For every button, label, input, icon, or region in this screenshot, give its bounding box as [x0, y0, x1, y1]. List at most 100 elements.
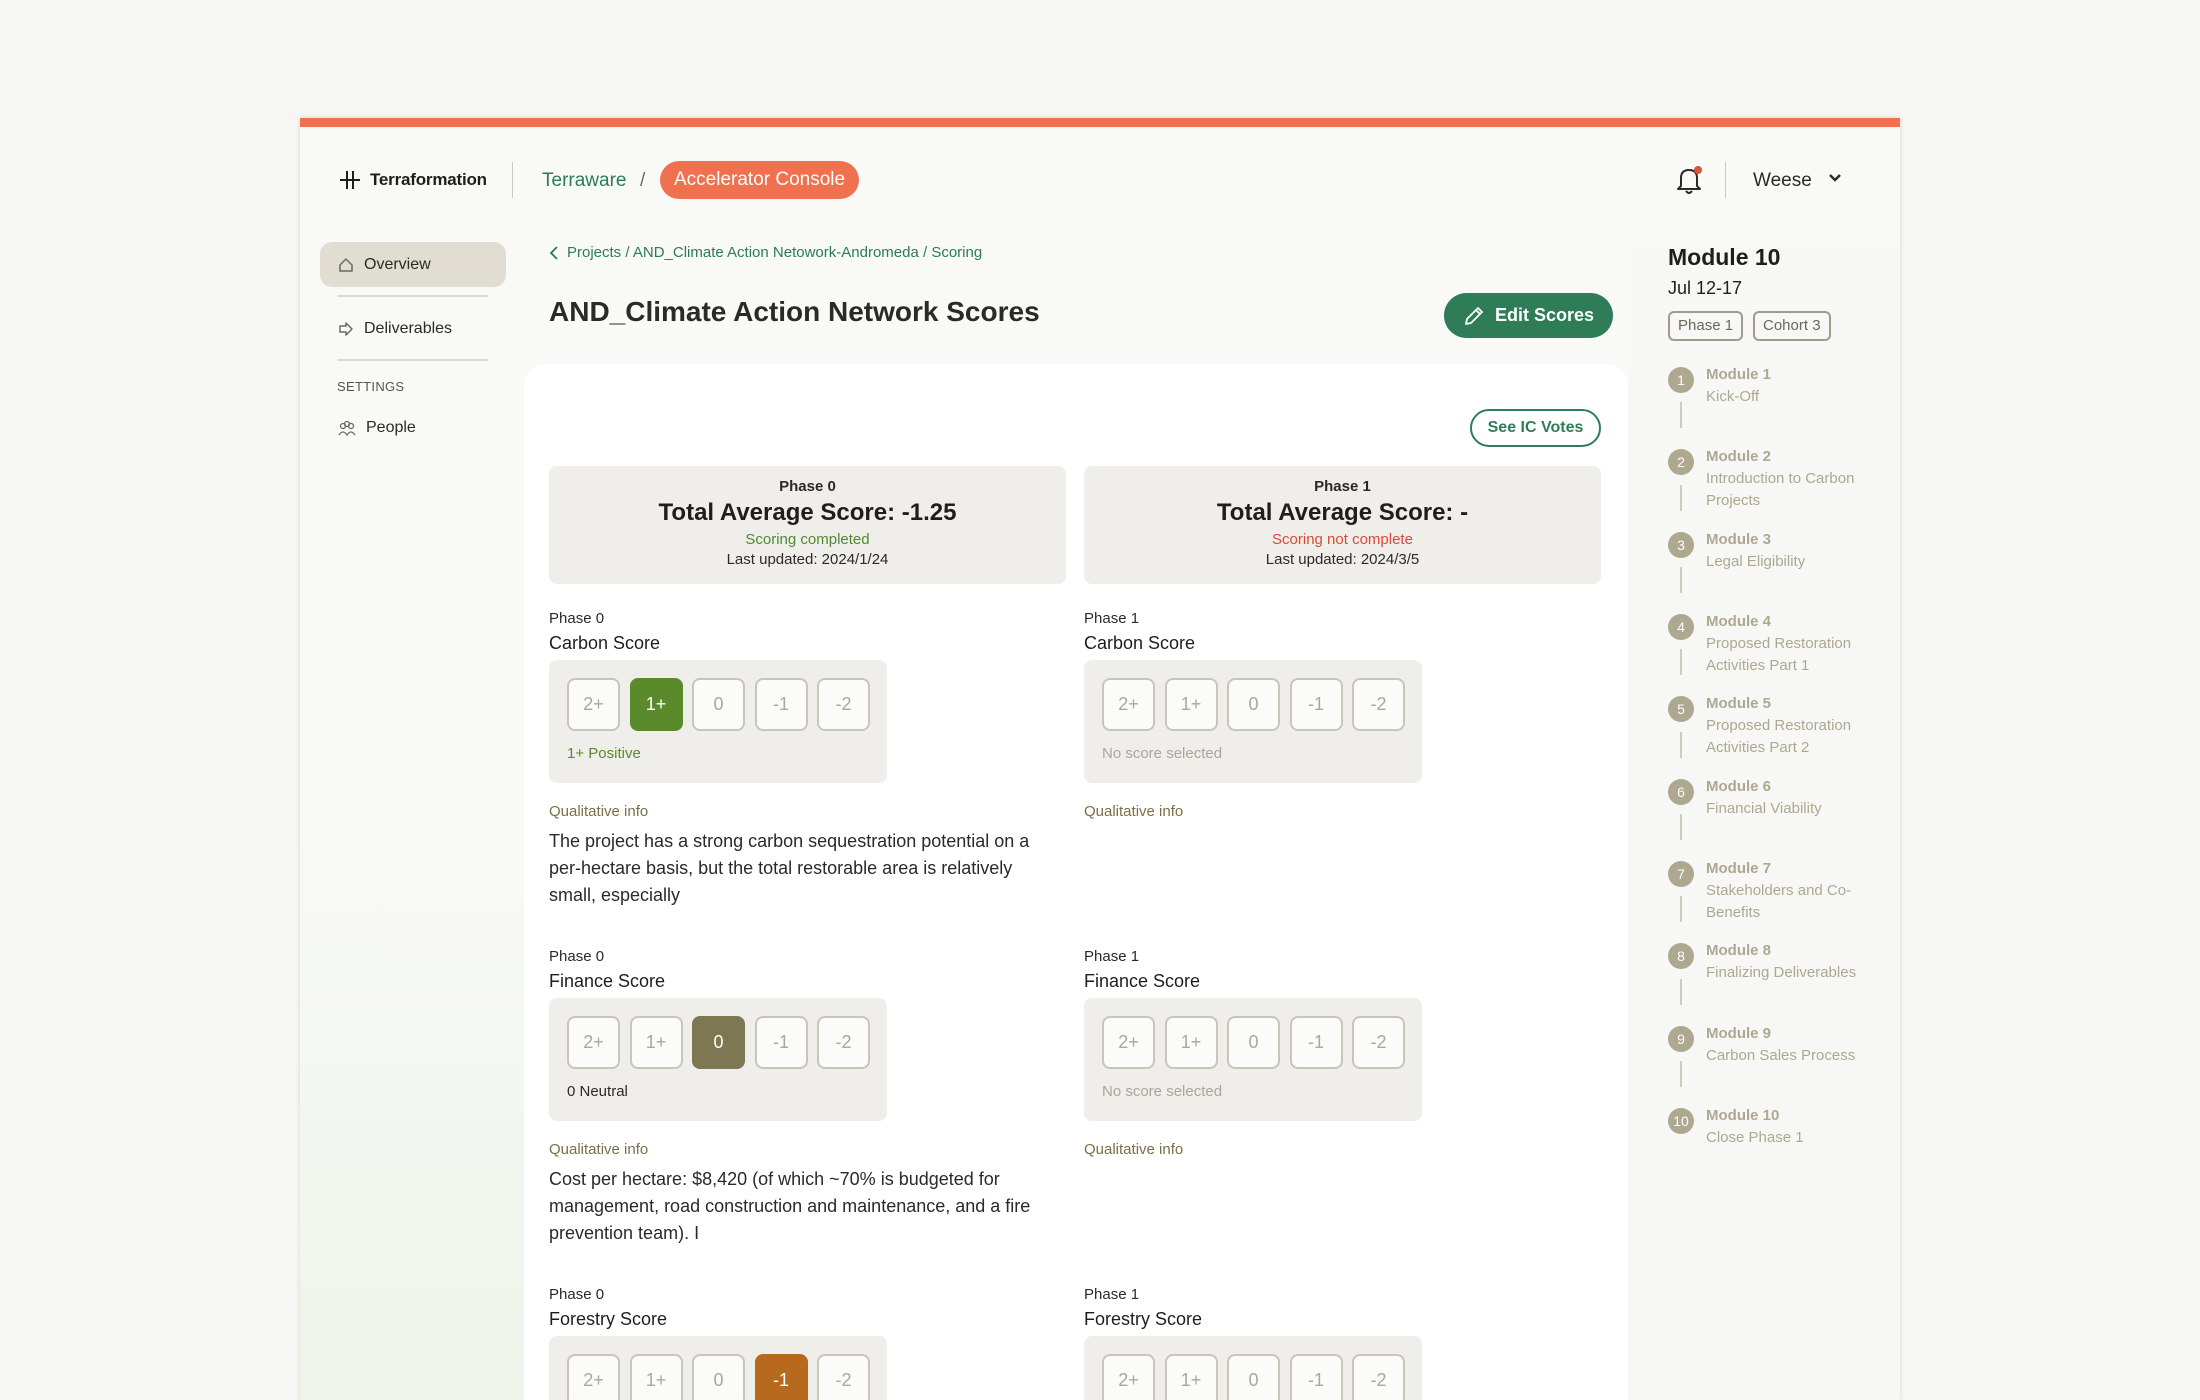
score-option-button[interactable]: 0: [692, 1354, 745, 1400]
module-step-1[interactable]: 1 Module 1 Kick-Off: [1668, 364, 1876, 408]
scoring-status: Scoring not complete: [1272, 531, 1413, 548]
sidebar-item-deliverables[interactable]: Deliverables: [320, 306, 506, 351]
module-step-10[interactable]: 10 Module 10 Close Phase 1: [1668, 1105, 1876, 1149]
score-option-button[interactable]: 1+: [629, 1016, 683, 1069]
qualitative-info-heading: Qualitative info: [549, 1141, 649, 1158]
score-option-button[interactable]: 2+: [1102, 1354, 1155, 1400]
score-option-button[interactable]: -1: [754, 1354, 808, 1400]
score-selector: 2+ 1+ 0 -1 -2 No score selected: [1084, 998, 1422, 1121]
chevron-down-icon[interactable]: [1827, 170, 1843, 186]
step-number-badge: 3: [1668, 532, 1694, 558]
breadcrumb-text[interactable]: Projects / AND_Climate Action Netowork-A…: [567, 244, 982, 261]
deliverables-icon: [339, 321, 353, 336]
sidebar-item-label: People: [366, 418, 416, 436]
step-text: Module 7 Stakeholders and Co-Benefits: [1706, 858, 1876, 924]
score-section: Phase 1 Carbon Score 2+ 1+ 0 -1 -2 No score sel…: [1084, 610, 1601, 820]
step-connector: [1680, 896, 1682, 922]
module-step-3[interactable]: 3 Module 3 Legal Eligibility: [1668, 529, 1876, 573]
score-option-button[interactable]: 2+: [567, 678, 620, 731]
cohort-tag: Cohort 3: [1753, 311, 1831, 341]
score-option-button[interactable]: 0: [692, 678, 745, 731]
step-text: Module 10 Close Phase 1: [1706, 1105, 1876, 1149]
total-average-score: Total Average Score: -1.25: [658, 499, 957, 526]
score-option-button[interactable]: -2: [817, 1016, 870, 1069]
step-connector: [1680, 814, 1682, 840]
module-step-4[interactable]: 4 Module 4 Proposed Restoration Activities…: [1668, 611, 1876, 677]
score-option-button[interactable]: -2: [817, 678, 870, 731]
step-number-badge: 2: [1668, 449, 1694, 475]
score-option-button[interactable]: -1: [1289, 678, 1343, 731]
see-ic-votes-button[interactable]: See IC Votes: [1470, 409, 1601, 447]
score-option-button[interactable]: -1: [1289, 1354, 1343, 1400]
score-option-button[interactable]: -1: [754, 1016, 808, 1069]
step-number-badge: 4: [1668, 614, 1694, 640]
summary-phase: Phase 1: [1314, 478, 1371, 495]
last-updated: Last updated: 2024/3/5: [1265, 551, 1420, 568]
step-connector: [1680, 732, 1682, 758]
score-option-button[interactable]: -2: [1352, 1016, 1405, 1069]
breadcrumb[interactable]: Projects / AND_Climate Action Netowork-A…: [549, 244, 982, 261]
score-option-button[interactable]: -2: [1352, 1354, 1405, 1400]
qualitative-info-heading: Qualitative info: [1084, 803, 1184, 820]
logo-mark-icon: [340, 171, 360, 189]
step-text: Module 1 Kick-Off: [1706, 364, 1876, 408]
score-option-button[interactable]: 1+: [1164, 1354, 1218, 1400]
score-option-button[interactable]: 2+: [567, 1354, 620, 1400]
score-option-button[interactable]: 1+: [629, 678, 683, 731]
score-name: Carbon Score: [549, 633, 661, 653]
score-option-button[interactable]: 1+: [1164, 678, 1218, 731]
score-selector: 2+ 1+ 0 -1 -2 0 Neutral: [549, 998, 887, 1121]
step-subtitle: Financial Viability: [1706, 800, 1822, 817]
accelerator-console-badge[interactable]: Accelerator Console: [660, 161, 860, 199]
step-text: Module 4 Proposed Restoration Activities …: [1706, 611, 1876, 677]
score-selector: 2+ 1+ 0 -1 -2: [1084, 1336, 1422, 1400]
home-icon: [339, 257, 353, 272]
sidebar-item-people[interactable]: People: [320, 405, 506, 450]
score-section: Phase 1 Finance Score 2+ 1+ 0 -1 -2 No score se…: [1084, 948, 1601, 1158]
score-option-button[interactable]: 2+: [1102, 678, 1155, 731]
step-connector: [1680, 979, 1682, 1005]
module-step-2[interactable]: 2 Module 2 Introduction to Carbon Projects: [1668, 446, 1876, 512]
score-option-button[interactable]: 1+: [1164, 1016, 1218, 1069]
module-step-8[interactable]: 8 Module 8 Finalizing Deliverables: [1668, 940, 1876, 984]
user-menu[interactable]: Weese: [1753, 170, 1812, 192]
terraformation-logo[interactable]: Terraformation: [338, 168, 487, 192]
settings-heading: SETTINGS: [337, 379, 405, 394]
score-option-button[interactable]: -1: [754, 678, 808, 731]
sidebar-item-label: Deliverables: [364, 319, 453, 337]
score-option-button[interactable]: -2: [817, 1354, 870, 1400]
score-option-button[interactable]: 0: [1227, 678, 1280, 731]
step-number-badge: 10: [1668, 1108, 1694, 1134]
edit-scores-button[interactable]: Edit Scores: [1444, 293, 1613, 338]
module-step-9[interactable]: 9 Module 9 Carbon Sales Process: [1668, 1023, 1876, 1067]
score-selector: 2+ 1+ 0 -1 -2: [549, 1336, 887, 1400]
score-phase: Phase 1: [1084, 610, 1140, 627]
score-option-button[interactable]: 2+: [567, 1016, 620, 1069]
step-title: Module 6: [1706, 778, 1772, 795]
score-option-button[interactable]: 2+: [1102, 1016, 1155, 1069]
step-subtitle: Proposed Restoration Activities Part 2: [1706, 717, 1852, 756]
score-name: Finance Score: [549, 971, 666, 991]
module-step-6[interactable]: 6 Module 6 Financial Viability: [1668, 776, 1876, 820]
score-option-button[interactable]: -1: [1289, 1016, 1343, 1069]
pencil-icon: [1465, 306, 1483, 325]
score-section: Phase 0 Forestry Score 2+ 1+ 0 -1 -2: [549, 1286, 1066, 1400]
module-step-7[interactable]: 7 Module 7 Stakeholders and Co-Benefits: [1668, 858, 1876, 924]
scoring-status: Scoring completed: [745, 531, 870, 548]
sidebar-item-overview[interactable]: Overview: [320, 242, 506, 287]
notification-bell-icon[interactable]: [1674, 164, 1704, 196]
step-number-badge: 1: [1668, 367, 1694, 393]
step-title: Module 10: [1706, 1107, 1780, 1124]
score-section: Phase 0 Carbon Score 2+ 1+ 0 -1 -2 1+ Positive Q…: [549, 610, 1066, 909]
chevron-left-icon: [549, 245, 558, 260]
score-option-button[interactable]: 0: [1227, 1016, 1280, 1069]
score-option-button[interactable]: 0: [1227, 1354, 1280, 1400]
score-option-button[interactable]: 1+: [629, 1354, 683, 1400]
terraware-link[interactable]: Terraware: [542, 170, 626, 192]
module-step-5[interactable]: 5 Module 5 Proposed Restoration Activities…: [1668, 693, 1876, 759]
score-option-button[interactable]: -2: [1352, 678, 1405, 731]
step-title: Module 9: [1706, 1025, 1772, 1042]
step-title: Module 1: [1706, 366, 1772, 383]
step-subtitle: Finalizing Deliverables: [1706, 964, 1857, 981]
score-option-button[interactable]: 0: [692, 1016, 745, 1069]
